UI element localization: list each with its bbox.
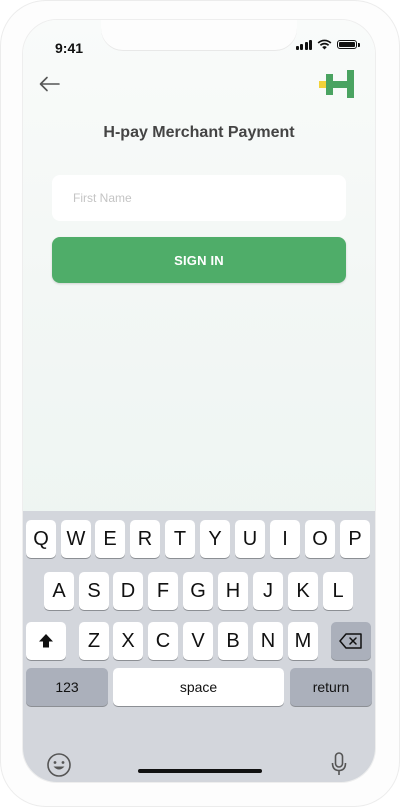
key-q[interactable]: Q (26, 520, 56, 558)
backspace-key[interactable] (331, 622, 371, 660)
device-notch (101, 20, 297, 51)
key-h[interactable]: H (218, 572, 248, 610)
key-e[interactable]: E (95, 520, 125, 558)
phone-frame: 9:41 H-pay Merchant Payment First Name S… (0, 0, 400, 807)
h-pay-logo (319, 70, 354, 98)
battery-icon (337, 40, 360, 49)
arrow-left-icon (39, 76, 60, 92)
key-b[interactable]: B (218, 622, 248, 660)
on-screen-keyboard: Q W E R T Y U I O P A S D F G H J K L Z … (23, 511, 375, 782)
key-s[interactable]: S (79, 572, 109, 610)
emoji-icon[interactable] (46, 752, 72, 778)
key-k[interactable]: K (288, 572, 318, 610)
key-g[interactable]: G (183, 572, 213, 610)
return-key[interactable]: return (290, 668, 372, 706)
key-r[interactable]: R (130, 520, 160, 558)
key-f[interactable]: F (148, 572, 178, 610)
numbers-key[interactable]: 123 (26, 668, 108, 706)
space-key[interactable]: space (113, 668, 284, 706)
key-m[interactable]: M (288, 622, 318, 660)
key-i[interactable]: I (270, 520, 300, 558)
key-d[interactable]: D (113, 572, 143, 610)
sign-in-button[interactable]: SIGN IN (52, 237, 346, 283)
key-n[interactable]: N (253, 622, 283, 660)
key-v[interactable]: V (183, 622, 213, 660)
key-c[interactable]: C (148, 622, 178, 660)
key-l[interactable]: L (323, 572, 353, 610)
status-icons (295, 39, 360, 50)
key-x[interactable]: X (113, 622, 143, 660)
microphone-icon[interactable] (330, 751, 348, 779)
shift-icon (39, 634, 53, 648)
key-p[interactable]: P (340, 520, 370, 558)
first-name-input[interactable] (52, 175, 346, 221)
key-j[interactable]: J (253, 572, 283, 610)
shift-key[interactable] (26, 622, 66, 660)
status-time: 9:41 (55, 40, 84, 56)
key-a[interactable]: A (44, 572, 74, 610)
key-o[interactable]: O (305, 520, 335, 558)
key-y[interactable]: Y (200, 520, 230, 558)
page-title: H-pay Merchant Payment (103, 124, 295, 141)
key-u[interactable]: U (235, 520, 265, 558)
signal-icon (295, 39, 312, 50)
back-button[interactable] (35, 70, 67, 98)
key-t[interactable]: T (165, 520, 195, 558)
backspace-icon (339, 633, 362, 649)
app-screen: 9:41 H-pay Merchant Payment First Name S… (23, 20, 375, 782)
home-indicator[interactable] (138, 769, 262, 773)
key-w[interactable]: W (61, 520, 91, 558)
first-name-field-wrapper (52, 175, 346, 221)
wifi-icon (317, 39, 332, 50)
key-z[interactable]: Z (79, 622, 109, 660)
